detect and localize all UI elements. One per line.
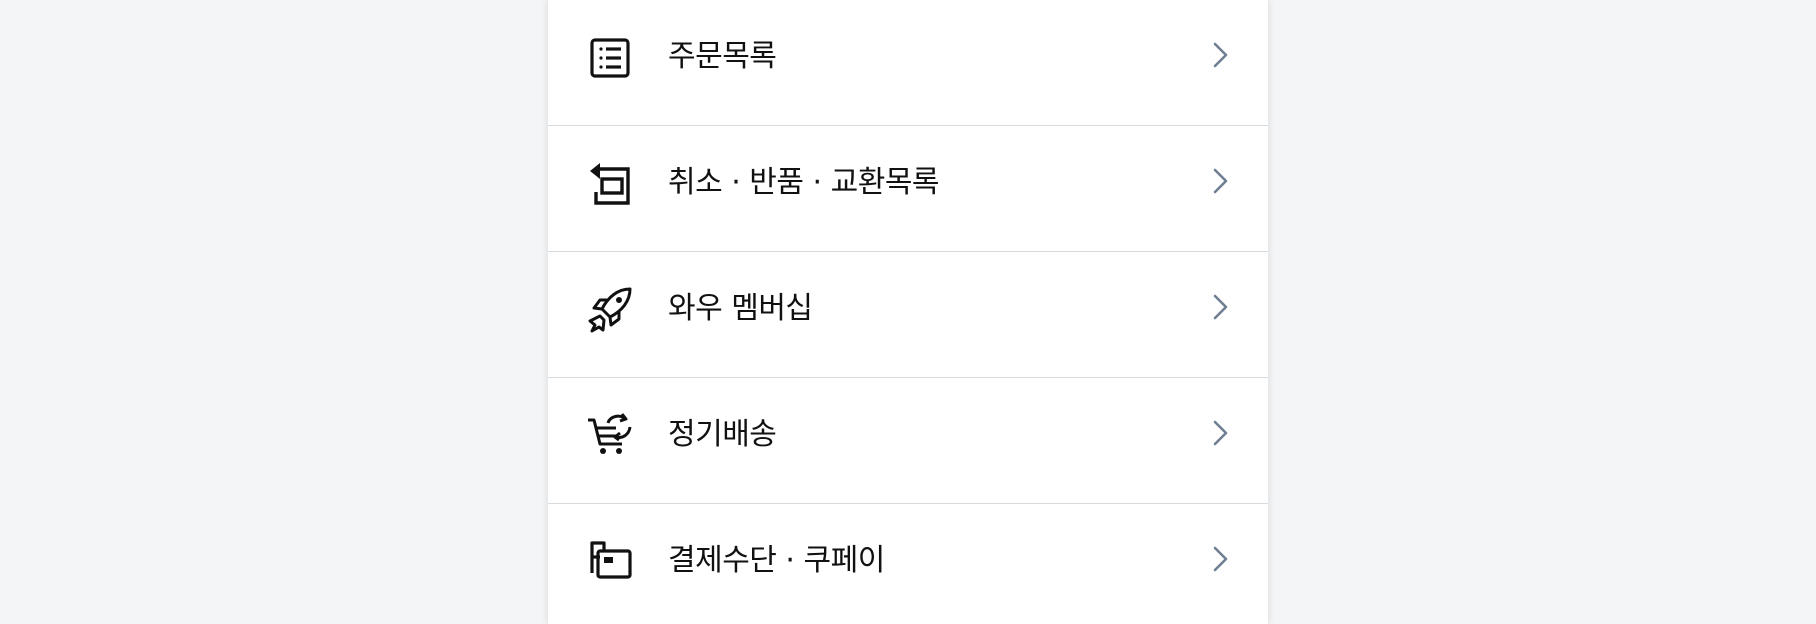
subscription-cart-icon: [586, 411, 634, 459]
my-page-menu-panel: 주문목록 취소 · 반품 · 교환목록 와우 멤버십 정기배송 결제수단 · 쿠…: [548, 0, 1268, 624]
menu-item-subscription-delivery[interactable]: 정기배송: [548, 378, 1268, 504]
chevron-right-icon: [1208, 39, 1232, 71]
menu-item-label: 주문목록: [668, 38, 777, 74]
list-icon: [586, 33, 634, 81]
chevron-right-icon: [1208, 417, 1232, 449]
chevron-right-icon: [1208, 165, 1232, 197]
menu-item-label: 정기배송: [668, 416, 777, 452]
menu-item-payment-coupay[interactable]: 결제수단 · 쿠페이: [548, 504, 1268, 624]
menu-item-label: 취소 · 반품 · 교환목록: [668, 164, 940, 200]
menu-item-order-list[interactable]: 주문목록: [548, 0, 1268, 126]
rocket-icon: [586, 285, 634, 333]
chevron-right-icon: [1208, 543, 1232, 575]
menu-item-wow-membership[interactable]: 와우 멤버십: [548, 252, 1268, 378]
menu-item-cancel-return-exchange[interactable]: 취소 · 반품 · 교환목록: [548, 126, 1268, 252]
return-icon: [586, 159, 634, 207]
wallet-icon: [586, 537, 634, 585]
chevron-right-icon: [1208, 291, 1232, 323]
menu-item-label: 와우 멤버십: [668, 290, 813, 326]
menu-item-label: 결제수단 · 쿠페이: [668, 542, 885, 578]
